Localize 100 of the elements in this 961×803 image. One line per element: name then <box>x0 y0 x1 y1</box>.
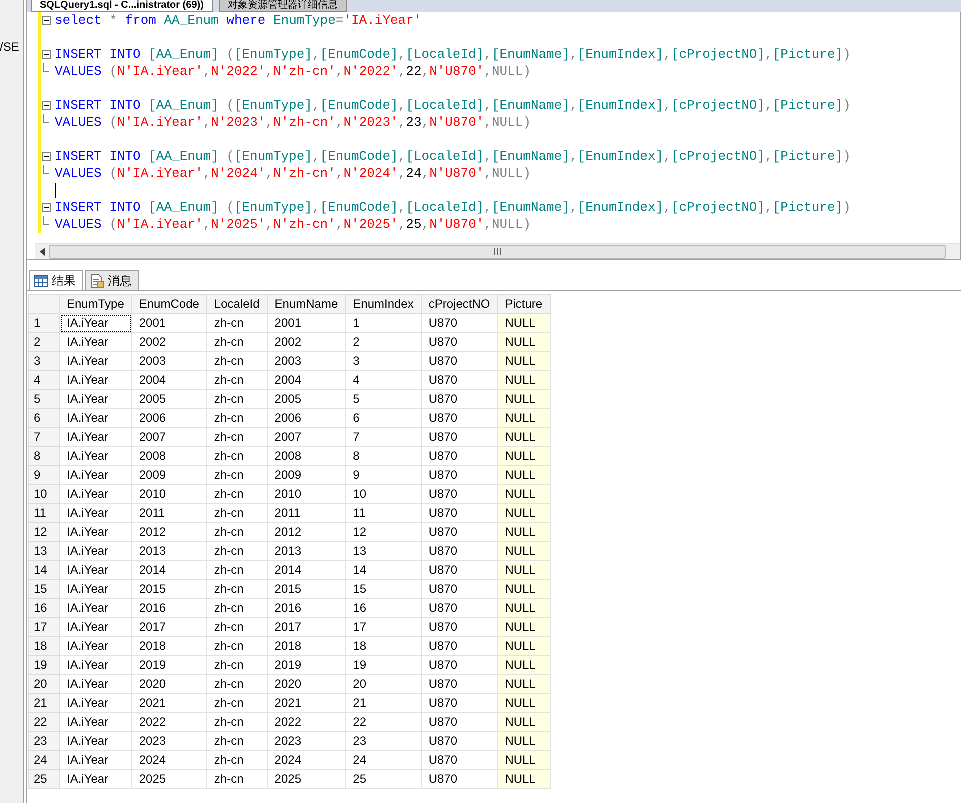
row-header[interactable]: 18 <box>28 636 60 656</box>
table-cell: NULL <box>498 370 550 390</box>
row-header[interactable]: 11 <box>28 504 60 522</box>
results-tab[interactable]: 消息 <box>85 270 139 290</box>
row-header[interactable]: 8 <box>28 446 60 466</box>
row-header[interactable]: 2 <box>28 332 60 352</box>
table-cell: U870 <box>421 732 498 750</box>
code-line: INSERT INTO [AA_Enum] ([EnumType],[EnumCode],[LocaleId],[EnumName],[EnumIndex],[cProjectNO],[Picture]) <box>55 199 851 216</box>
row-header[interactable]: 20 <box>28 674 60 694</box>
table-cell: 2018 <box>267 636 346 656</box>
table-cell: NULL <box>498 674 550 694</box>
table-cell: 2001 <box>267 314 346 332</box>
collapse-icon[interactable] <box>42 152 50 161</box>
row-header[interactable]: 17 <box>28 618 60 636</box>
fold-line-icon <box>43 63 49 72</box>
horizontal-scrollbar[interactable] <box>35 243 960 259</box>
table-cell: 2004 <box>267 370 346 390</box>
table-cell: zh-cn <box>206 598 268 618</box>
table-cell: IA.iYear <box>60 560 132 580</box>
panel-text: /SE <box>0 39 20 56</box>
table-cell: NULL <box>498 770 550 788</box>
table-cell: 2005 <box>132 390 207 408</box>
table-cell: 2002 <box>267 332 346 352</box>
row-header[interactable]: 12 <box>28 522 60 542</box>
results-tab[interactable]: 结果 <box>29 270 83 290</box>
row-header[interactable]: 19 <box>28 656 60 674</box>
table-cell: IA.iYear <box>60 522 132 542</box>
column-header[interactable]: EnumIndex <box>346 294 422 314</box>
column-header[interactable]: cProjectNO <box>421 294 498 314</box>
collapse-icon[interactable] <box>42 16 50 25</box>
table-cell: zh-cn <box>206 446 268 466</box>
table-cell: 2011 <box>267 504 346 522</box>
row-header[interactable]: 9 <box>28 466 60 484</box>
table-cell: zh-cn <box>206 674 268 694</box>
row-header[interactable]: 23 <box>28 732 60 750</box>
row-header[interactable]: 10 <box>28 484 60 504</box>
row-header[interactable]: 14 <box>28 560 60 580</box>
table-cell: 2013 <box>132 542 207 560</box>
table-cell: 23 <box>346 732 422 750</box>
column-header[interactable]: EnumCode <box>132 294 207 314</box>
table-cell: U870 <box>421 484 498 504</box>
table-cell: IA.iYear <box>60 732 132 750</box>
scroll-left-icon[interactable] <box>40 248 44 256</box>
table-cell: 18 <box>346 636 422 656</box>
collapse-icon[interactable] <box>42 101 50 110</box>
table-cell: NULL <box>498 484 550 504</box>
table-cell: 2 <box>346 332 422 352</box>
table-cell: U870 <box>421 636 498 656</box>
table-cell: zh-cn <box>206 542 268 560</box>
row-header[interactable]: 7 <box>28 428 60 446</box>
table-cell: 2023 <box>132 732 207 750</box>
table-cell: zh-cn <box>206 408 268 428</box>
grip-icon <box>494 248 502 255</box>
collapse-icon[interactable] <box>42 50 50 59</box>
table-cell: 2004 <box>132 370 207 390</box>
table-cell: IA.iYear <box>60 770 132 788</box>
table-cell: NULL <box>498 408 550 428</box>
table-cell: IA.iYear <box>60 370 132 390</box>
collapse-icon[interactable] <box>42 203 50 212</box>
fold-line-icon <box>43 165 49 174</box>
row-header[interactable]: 22 <box>28 712 60 732</box>
code-line: VALUES (N'IA.iYear',N'2022',N'zh-cn',N'2022',22,N'U870',NULL) <box>55 63 532 80</box>
column-header[interactable]: Picture <box>498 294 550 314</box>
table-cell: NULL <box>498 466 550 484</box>
column-header[interactable]: EnumType <box>60 294 132 314</box>
table-cell: 20 <box>346 674 422 694</box>
table-cell: 6 <box>346 408 422 428</box>
table-cell: zh-cn <box>206 466 268 484</box>
table-cell: 2020 <box>132 674 207 694</box>
column-header[interactable]: LocaleId <box>206 294 268 314</box>
table-cell: NULL <box>498 522 550 542</box>
table-cell: 2015 <box>267 580 346 598</box>
code-line: INSERT INTO [AA_Enum] ([EnumType],[EnumCode],[LocaleId],[EnumName],[EnumIndex],[cProjectNO],[Picture]) <box>55 97 851 114</box>
row-header[interactable]: 1 <box>28 314 60 332</box>
row-header[interactable]: 25 <box>28 770 60 788</box>
row-header[interactable]: 13 <box>28 542 60 560</box>
table-cell: NULL <box>498 446 550 466</box>
table-cell: zh-cn <box>206 370 268 390</box>
row-header[interactable]: 6 <box>28 408 60 428</box>
table-cell: IA.iYear <box>60 598 132 618</box>
table-cell: 2012 <box>132 522 207 542</box>
row-header[interactable]: 24 <box>28 750 60 770</box>
table-cell: NULL <box>498 712 550 732</box>
row-header[interactable]: 3 <box>28 352 60 370</box>
table-cell: U870 <box>421 560 498 580</box>
table-cell: 2009 <box>132 466 207 484</box>
row-header[interactable]: 21 <box>28 694 60 712</box>
column-header[interactable]: EnumName <box>267 294 346 314</box>
row-header[interactable]: 5 <box>28 390 60 408</box>
row-header[interactable]: 4 <box>28 370 60 390</box>
table-cell: 2018 <box>132 636 207 656</box>
table-cell: U870 <box>421 504 498 522</box>
fold-line-icon <box>43 216 49 225</box>
table-cell: U870 <box>421 580 498 598</box>
table-cell: zh-cn <box>206 332 268 352</box>
row-header[interactable]: 15 <box>28 580 60 598</box>
document-tab[interactable]: SQLQuery1.sql - C...inistrator (69)) <box>31 0 213 12</box>
table-cell: U870 <box>421 428 498 446</box>
table-cell: IA.iYear <box>60 580 132 598</box>
row-header[interactable]: 16 <box>28 598 60 618</box>
